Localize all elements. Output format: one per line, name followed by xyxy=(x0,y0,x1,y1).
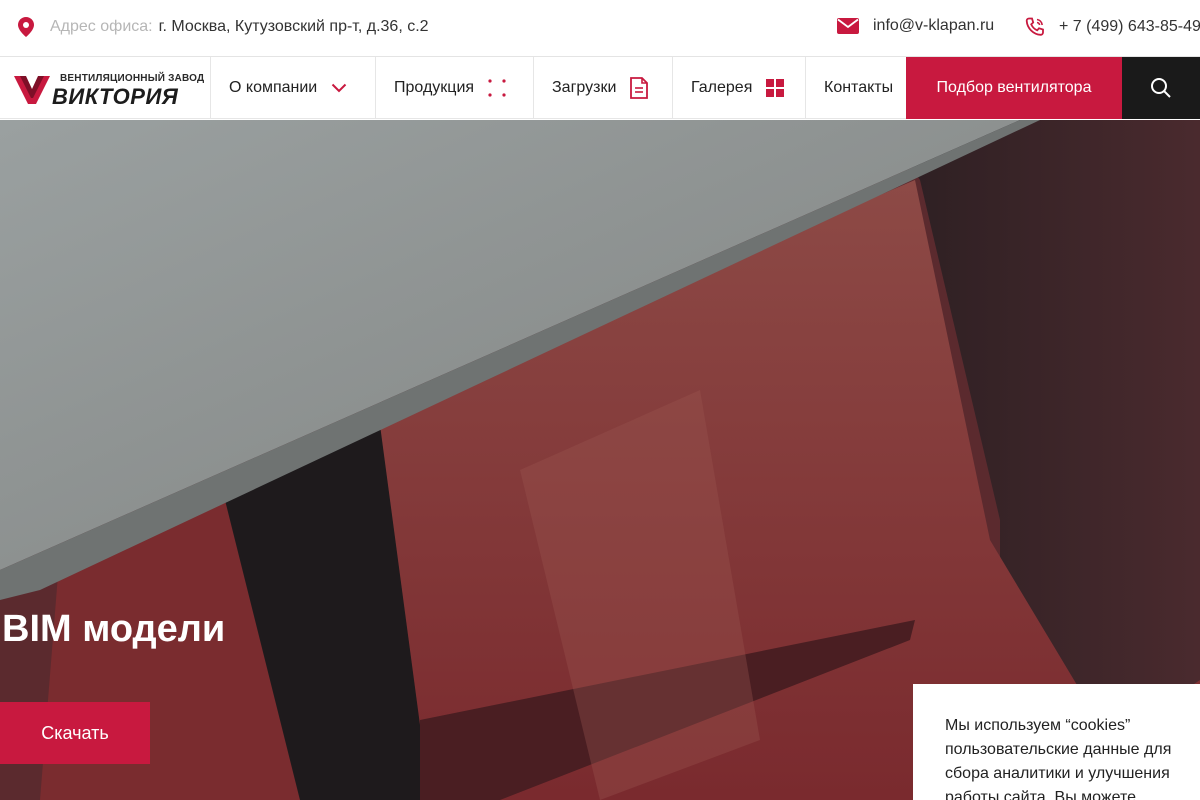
nav-item-products[interactable]: Продукция xyxy=(375,57,533,119)
dots-grid-icon xyxy=(488,79,506,97)
logo-mark-icon xyxy=(14,76,50,104)
email-link[interactable]: info@v-klapan.ru xyxy=(837,17,994,35)
map-pin-icon xyxy=(18,17,34,37)
cookie-text: Мы используем “cookies” пользовательские… xyxy=(945,717,1172,800)
search-button[interactable] xyxy=(1122,57,1200,119)
fan-selection-button[interactable]: Подбор вентилятора xyxy=(906,57,1122,119)
nav-item-label: О компании xyxy=(229,79,318,96)
nav-item-contacts[interactable]: Контакты xyxy=(805,57,906,119)
nav-item-gallery[interactable]: Галерея xyxy=(672,57,805,119)
nav-item-label: Загрузки xyxy=(552,79,617,96)
office-address: Адрес офиса: г. Москва, Кутузовский пр-т… xyxy=(18,17,429,37)
nav-item-about[interactable]: О компании xyxy=(210,57,375,119)
nav-item-label: Продукция xyxy=(394,79,475,96)
email-text: info@v-klapan.ru xyxy=(873,17,995,34)
top-bar: Адрес офиса: г. Москва, Кутузовский пр-т… xyxy=(0,0,1200,57)
logo-tagline: ВЕНТИЛЯЦИОННЫЙ ЗАВОД xyxy=(60,73,205,84)
phone-link[interactable]: + 7 (499) 643-85-49 xyxy=(1025,17,1200,37)
nav-item-downloads[interactable]: Загрузки xyxy=(533,57,672,119)
logo-brand: ВИКТОРИЯ xyxy=(52,84,179,109)
main-nav: ВЕНТИЛЯЦИОННЫЙ ЗАВОД ВИКТОРИЯ О компании… xyxy=(0,57,1200,119)
cookie-notice: Мы используем “cookies” пользовательские… xyxy=(913,684,1200,800)
phone-icon xyxy=(1025,17,1044,36)
address-value: г. Москва, Кутузовский пр-т, д.36, с.2 xyxy=(158,18,429,35)
mail-icon xyxy=(837,18,859,34)
search-icon xyxy=(1151,78,1171,98)
address-label: Адрес офиса: xyxy=(50,18,153,35)
phone-text: + 7 (499) 643-85-49 xyxy=(1059,18,1200,35)
chevron-down-icon xyxy=(331,83,347,93)
download-button[interactable]: Скачать xyxy=(0,702,150,764)
nav-item-label: Контакты xyxy=(824,79,894,96)
grid-icon xyxy=(766,79,785,97)
hero-title: BIM модели xyxy=(2,608,226,650)
nav-item-label: Галерея xyxy=(691,79,753,96)
logo[interactable]: ВЕНТИЛЯЦИОННЫЙ ЗАВОД ВИКТОРИЯ xyxy=(14,70,204,109)
document-icon xyxy=(630,77,649,99)
